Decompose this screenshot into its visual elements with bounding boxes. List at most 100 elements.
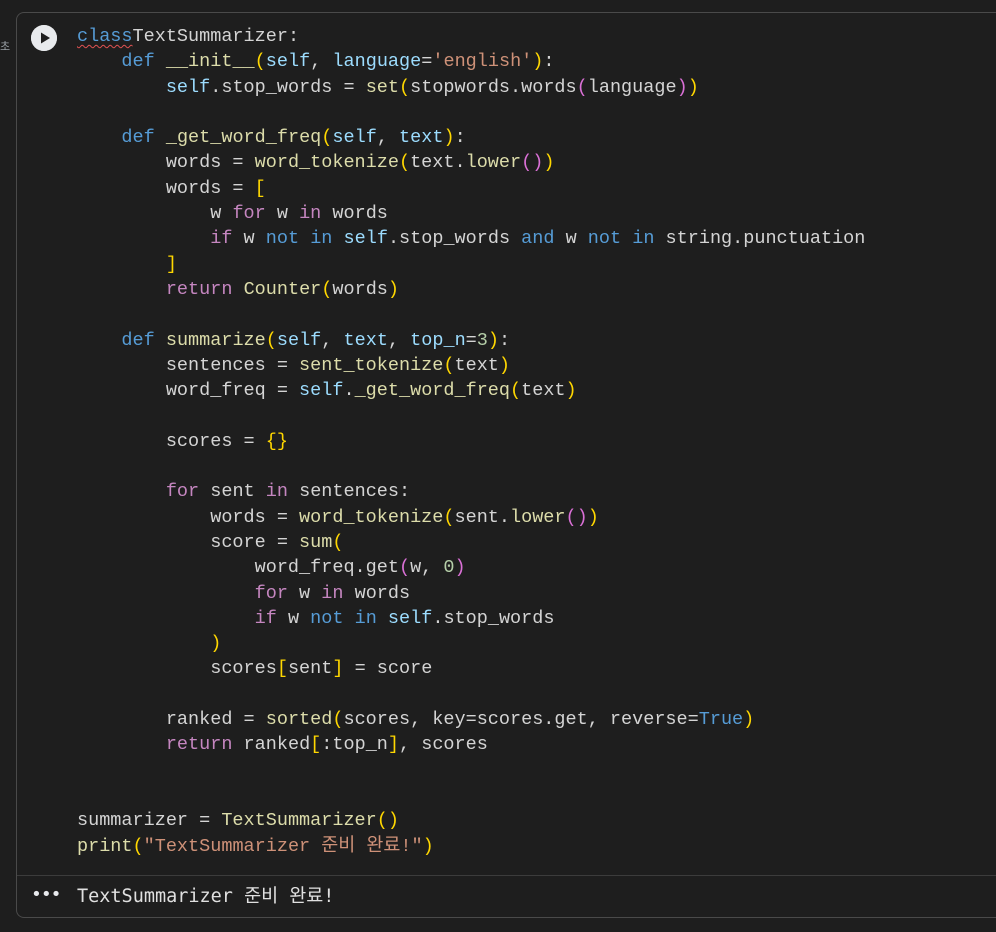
- code-token: not: [265, 228, 300, 250]
- code-line: sentences = sent_tokenize(text): [77, 353, 996, 378]
- code-token: for: [232, 203, 266, 225]
- code-token: top_n: [410, 329, 466, 351]
- code-token: self: [299, 380, 344, 402]
- code-token: sorted: [265, 709, 333, 731]
- code-token: self: [165, 76, 211, 98]
- code-token: lower: [510, 506, 566, 528]
- code-token: text: [454, 354, 499, 376]
- gutter-label: 초: [0, 40, 11, 53]
- code-token: sent_tokenize: [299, 354, 444, 376]
- code-line: scores = {}: [77, 429, 996, 454]
- code-token: =: [421, 51, 433, 73]
- run-cell-button[interactable]: [31, 25, 57, 51]
- code-line: for w in words: [77, 581, 996, 606]
- code-token: self: [387, 607, 433, 629]
- code-token: .stop_words: [432, 607, 555, 629]
- code-token: "TextSummarizer 준비 완료!": [143, 835, 423, 857]
- code-line: def summarize(self, text, top_n=3):: [77, 328, 996, 353]
- code-token: w,: [410, 557, 444, 579]
- code-token: 3: [476, 329, 488, 351]
- code-cell[interactable]: classTextSummarizer: def __init__(self, …: [16, 12, 996, 918]
- code-token: ): [443, 127, 455, 149]
- code-token: in: [299, 203, 322, 225]
- code-line: ​: [77, 783, 996, 808]
- code-token: :: [543, 51, 555, 73]
- code-line: word_freq = self._get_word_freq(text): [77, 378, 996, 403]
- code-line: ​: [77, 100, 996, 125]
- output-menu-button[interactable]: •••: [31, 883, 62, 909]
- code-token: w: [77, 203, 233, 225]
- code-token: def: [121, 51, 155, 73]
- code-token: word_tokenize: [299, 506, 444, 528]
- code-token: [: [310, 734, 322, 756]
- code-token: self: [332, 127, 377, 149]
- code-token: ): [587, 506, 599, 528]
- code-token: (: [443, 354, 455, 376]
- code-token: for: [254, 582, 288, 604]
- code-token: ranked =: [77, 709, 266, 731]
- code-token: :: [499, 329, 511, 351]
- code-token: return: [165, 734, 233, 756]
- code-line: words = word_tokenize(sent.lower()): [77, 505, 996, 530]
- code-token: [: [254, 177, 266, 199]
- code-token: (: [398, 152, 411, 174]
- code-line: scores[sent] = score: [77, 656, 996, 681]
- code-line: w for w in words: [77, 201, 996, 226]
- play-icon: [31, 25, 57, 51]
- code-token: (: [576, 76, 588, 98]
- code-token: stopwords.words: [410, 76, 577, 98]
- code-token: ): [532, 51, 544, 73]
- code-token: score =: [77, 531, 300, 553]
- code-token: in: [310, 228, 333, 250]
- code-editor[interactable]: classTextSummarizer: def __init__(self, …: [77, 24, 996, 859]
- code-token: sentences:: [287, 481, 411, 503]
- code-token: ranked: [232, 734, 311, 756]
- code-token: (: [332, 709, 344, 731]
- code-token: sent: [287, 658, 333, 680]
- output-divider: [17, 875, 996, 876]
- code-token: self: [265, 51, 311, 73]
- code-token: ,: [321, 329, 344, 351]
- code-token: language: [332, 51, 422, 73]
- code-token: (: [321, 127, 333, 149]
- code-token: return: [165, 278, 233, 300]
- code-token: ): [743, 709, 755, 731]
- code-line: def __init__(self, language='english'):: [77, 49, 996, 74]
- code-token: ): [387, 278, 400, 300]
- code-line: ​: [77, 403, 996, 428]
- code-token: summarize: [165, 329, 266, 351]
- code-line: ​: [77, 454, 996, 479]
- code-line: summarizer = TextSummarizer(): [77, 808, 996, 833]
- code-token: w: [554, 228, 588, 250]
- code-token: if: [254, 607, 277, 629]
- code-token: in: [632, 228, 655, 250]
- code-token: .stop_words =: [210, 76, 366, 98]
- code-token: string.punctuation: [654, 228, 866, 250]
- code-token: sum: [299, 531, 333, 553]
- code-token: ): [565, 380, 577, 402]
- code-token: 'english': [432, 51, 533, 73]
- code-token: words =: [77, 152, 255, 174]
- code-line: for sent in sentences:: [77, 479, 996, 504]
- code-token: word_freq.get: [77, 557, 399, 579]
- code-line: score = sum(: [77, 530, 996, 555]
- code-token: ): [210, 633, 222, 655]
- code-line: word_freq.get(w, 0): [77, 555, 996, 580]
- code-token: scores =: [77, 430, 266, 452]
- code-token: print: [77, 835, 133, 857]
- code-token: = score: [343, 658, 433, 680]
